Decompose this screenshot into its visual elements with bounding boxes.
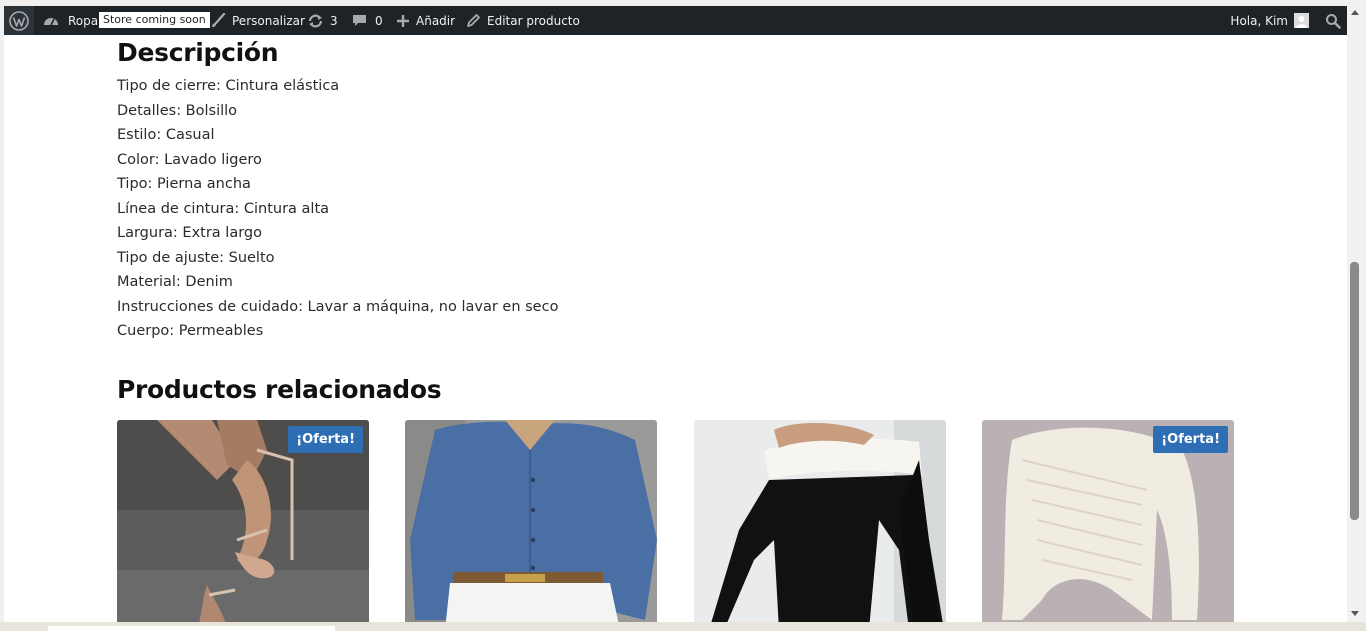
description-list: Tipo de cierre: Cintura elástica Detalle… [117, 74, 558, 344]
vertical-scrollbar[interactable] [1347, 6, 1363, 622]
search-icon [1326, 13, 1341, 29]
description-heading: Descripción [117, 38, 279, 67]
description-item: Instrucciones de cuidado: Lavar a máquin… [117, 298, 559, 315]
customize-label: Personalizar [232, 13, 305, 28]
add-new-menu[interactable]: Añadir [396, 6, 455, 35]
my-account-menu[interactable]: Hola, Kim [1230, 6, 1309, 35]
comments-link[interactable]: 0 [352, 6, 383, 35]
sale-badge: ¡Oferta! [1153, 426, 1228, 453]
product-image-denim-shirt [405, 420, 657, 622]
comment-icon [353, 15, 366, 26]
description-item: Material: Denim [117, 274, 233, 290]
product-card-black-dress[interactable] [694, 420, 946, 622]
scrollbar-thumb[interactable] [1350, 262, 1359, 520]
store-coming-soon-badge[interactable]: Store coming soon [99, 12, 210, 28]
product-card-sandals[interactable]: ¡Oferta! [117, 420, 369, 622]
wordpress-logo-menu[interactable] [4, 6, 34, 35]
window-bottom-edge [0, 622, 1366, 631]
related-products-heading: Productos relacionados [117, 375, 442, 404]
product-card-denim-shirt[interactable] [405, 420, 657, 622]
browser-viewport: Ropa Store coming soon Personalizar 3 0 [4, 6, 1347, 622]
avatar [1294, 13, 1309, 28]
add-new-label: Añadir [416, 13, 456, 28]
edit-product-link[interactable]: Editar producto [466, 6, 580, 35]
product-image-black-dress [694, 420, 946, 622]
description-item: Largura: Extra largo [117, 225, 262, 241]
customize-link[interactable]: Personalizar [210, 6, 305, 35]
description-item: Detalles: Bolsillo [117, 102, 238, 119]
pencil-icon [467, 14, 480, 27]
scroll-up-arrow-icon[interactable] [1351, 10, 1359, 15]
description-item: Línea de cintura: Cintura alta [117, 200, 330, 217]
description-item: Cuerpo: Permeables [117, 323, 264, 339]
comments-count: 0 [375, 13, 383, 28]
description-item: Estilo: Casual [117, 127, 215, 143]
wordpress-icon [9, 10, 29, 31]
product-card-cream-knit-top[interactable]: ¡Oferta! [982, 420, 1234, 622]
plus-icon [397, 14, 409, 27]
edit-product-label: Editar producto [487, 13, 580, 28]
description-item: Tipo de ajuste: Suelto [117, 249, 275, 266]
search-button[interactable] [1325, 6, 1341, 35]
updates-link[interactable]: 3 [307, 6, 338, 35]
description-item: Tipo de cierre: Cintura elástica [117, 78, 340, 94]
site-name: Ropa [68, 13, 99, 28]
site-name-menu[interactable]: Ropa [42, 6, 98, 35]
description-item: Tipo: Pierna ancha [117, 176, 251, 192]
howdy-label: Hola, Kim [1230, 13, 1288, 28]
description-item: Color: Lavado ligero [117, 151, 262, 168]
related-products-grid: ¡Oferta! ¡Oferta! [117, 420, 1237, 622]
sale-badge: ¡Oferta! [288, 426, 363, 453]
updates-icon [308, 14, 323, 27]
taskbar-tab [48, 626, 335, 631]
updates-count: 3 [330, 13, 338, 28]
paintbrush-icon [212, 12, 226, 27]
dashboard-icon [44, 17, 58, 25]
scroll-down-arrow-icon[interactable] [1351, 611, 1359, 616]
admin-bar: Ropa Store coming soon Personalizar 3 0 [4, 6, 1347, 35]
